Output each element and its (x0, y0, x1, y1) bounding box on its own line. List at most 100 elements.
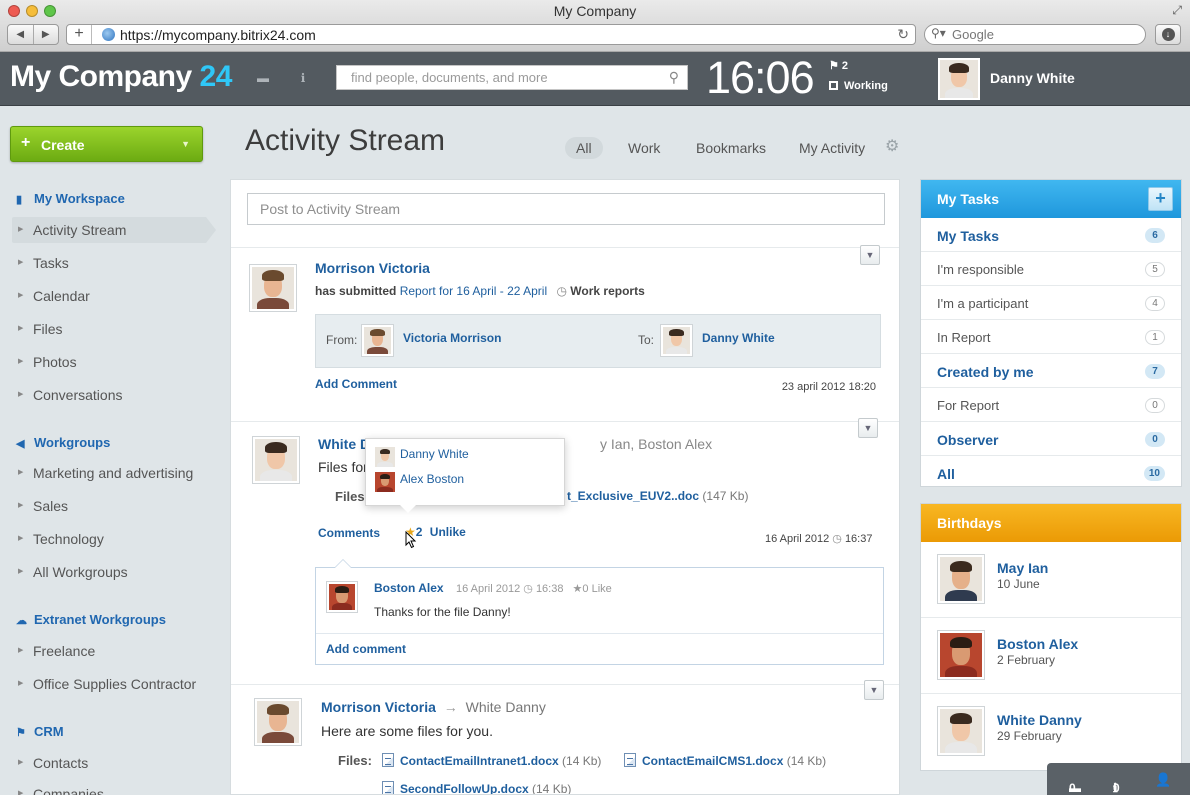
nav-item-sales[interactable]: ▶ Sales (12, 493, 206, 519)
from-name[interactable]: Victoria Morrison (403, 331, 501, 345)
downloads-button[interactable]: ↓ (1155, 24, 1181, 45)
author-avatar[interactable] (249, 264, 297, 312)
from-avatar[interactable] (361, 324, 394, 357)
to-name[interactable]: Danny White (702, 331, 775, 345)
task-filter-in-report[interactable]: In Report 1 (921, 320, 1181, 354)
file-link[interactable]: SecondFollowUp.docx (400, 782, 529, 794)
post-menu-button[interactable]: ▼ (858, 418, 878, 438)
gear-icon[interactable]: ⚙ (885, 139, 901, 155)
nav-item-photos[interactable]: ▶ Photos (12, 349, 206, 375)
category-label[interactable]: Work reports (570, 284, 644, 298)
nav-item-files[interactable]: ▶ Files (12, 316, 206, 342)
post-input-box[interactable] (247, 193, 885, 225)
nav-item-technology[interactable]: ▶ Technology (12, 526, 206, 552)
nav-item-activity-stream[interactable]: ▶ Activity Stream (12, 217, 216, 243)
post-author[interactable]: White D (318, 436, 370, 452)
company-logo[interactable]: My Company 24 (10, 60, 232, 94)
birthday-name[interactable]: White Danny (997, 712, 1082, 728)
file-link[interactable]: t_Exclusive_EUV2..doc (567, 489, 699, 503)
task-filter-observer[interactable]: Observer 0 (921, 422, 1181, 456)
birthday-avatar[interactable] (937, 554, 985, 604)
task-filter-responsible[interactable]: I'm responsible 5 (921, 252, 1181, 286)
nav-item-office-supplies[interactable]: ▶ Office Supplies Contractor (12, 671, 206, 697)
unlike-link[interactable]: Unlike (430, 525, 466, 539)
comments-link[interactable]: Comments (318, 526, 380, 540)
section-my-workspace[interactable]: ▮ My Workspace (16, 191, 125, 206)
fullscreen-icon[interactable]: ⤢ (1172, 3, 1182, 18)
add-task-button[interactable]: + (1148, 187, 1173, 211)
contacts-icon[interactable]: 👤 (1155, 772, 1171, 788)
tab-work[interactable]: Work (628, 137, 660, 159)
comment-like-link[interactable]: Like (592, 583, 612, 595)
post-author[interactable]: Morrison Victoria (315, 260, 430, 276)
user-name[interactable]: Danny White (990, 70, 1075, 86)
nav-item-tasks[interactable]: ▶ Tasks (12, 250, 206, 276)
work-status[interactable]: Working (829, 80, 888, 92)
add-comment-link[interactable]: Add Comment (315, 377, 397, 391)
comment-avatar[interactable] (326, 581, 358, 613)
birthday-name[interactable]: Boston Alex (997, 636, 1078, 652)
section-workgroups[interactable]: ◀ Workgroups (16, 435, 110, 450)
info-icon[interactable]: ℹ (295, 71, 311, 85)
tab-my-activity[interactable]: My Activity (799, 137, 865, 159)
reload-icon[interactable]: ↻ (897, 26, 909, 43)
birthday-name[interactable]: May Ian (997, 560, 1048, 576)
author-avatar[interactable] (252, 436, 300, 484)
section-extranet-workgroups[interactable]: ☁ Extranet Workgroups (16, 612, 166, 627)
flag-counter[interactable]: ⚑ 2 (829, 59, 848, 72)
task-filter-for-report[interactable]: For Report 0 (921, 388, 1181, 422)
user-avatar[interactable] (938, 58, 980, 100)
nav-label: Office Supplies Contractor (33, 676, 197, 692)
tab-all[interactable]: All (565, 137, 603, 159)
report-link[interactable]: Report for 16 April - 22 April (400, 284, 547, 298)
birthday-avatar[interactable] (937, 706, 985, 756)
author-avatar[interactable] (254, 698, 302, 746)
avatar (255, 439, 297, 481)
nav-item-all-workgroups[interactable]: ▶ All Workgroups (12, 559, 206, 585)
new-tab-button[interactable]: + (67, 25, 92, 44)
liker-avatar[interactable] (375, 472, 395, 492)
widget-title[interactable]: Birthdays (937, 515, 1002, 531)
section-crm[interactable]: ⚑ CRM (16, 724, 64, 739)
task-filter-all[interactable]: All 10 (921, 456, 1181, 490)
post-input[interactable] (248, 194, 884, 224)
comments-panel: Boston Alex 16 April 2012 ◷ 16:38 ★0 Lik… (315, 559, 884, 665)
triangle-icon: ▶ (18, 790, 24, 795)
address-bar[interactable]: + https://mycompany.bitrix24.com ↻ (66, 24, 916, 45)
forward-button[interactable]: ▶ (34, 25, 59, 44)
widget-title[interactable]: My Tasks (937, 191, 999, 207)
browser-search-field[interactable]: ⚲▾ Google (924, 24, 1146, 45)
messages-icon[interactable]: ▬ (255, 71, 271, 85)
nav-item-calendar[interactable]: ▶ Calendar (12, 283, 206, 309)
nav-item-marketing[interactable]: ▶ Marketing and advertising (12, 460, 206, 486)
nav-item-contacts[interactable]: ▶ Contacts (12, 750, 206, 776)
global-search-input[interactable] (337, 66, 657, 89)
post-recipients[interactable]: y Ian, Boston Alex (600, 436, 712, 452)
url-text[interactable]: https://mycompany.bitrix24.com (120, 27, 316, 43)
add-comment-link[interactable]: Add comment (326, 642, 406, 656)
to-avatar[interactable] (660, 324, 693, 357)
liker-avatar[interactable] (375, 447, 395, 467)
post-recipient[interactable]: White Danny (466, 699, 546, 715)
chevron-down-icon[interactable]: ▼ (181, 139, 190, 149)
post-author[interactable]: Morrison Victoria (321, 699, 436, 715)
back-button[interactable]: ◀ (8, 25, 34, 44)
post-menu-button[interactable]: ▼ (864, 680, 884, 700)
birthday-avatar[interactable] (937, 630, 985, 680)
task-filter-participant[interactable]: I'm a participant 4 (921, 286, 1181, 320)
task-filter-my-tasks[interactable]: My Tasks 6 (921, 218, 1181, 252)
nav-item-conversations[interactable]: ▶ Conversations (12, 382, 206, 408)
tab-bookmarks[interactable]: Bookmarks (696, 137, 766, 159)
nav-item-companies[interactable]: ▶ Companies (12, 781, 206, 795)
file-link[interactable]: ContactEmailCMS1.docx (642, 754, 783, 768)
liker-name[interactable]: Alex Boston (400, 472, 464, 486)
file-link[interactable]: ContactEmailIntranet1.docx (400, 754, 559, 768)
task-filter-created-by-me[interactable]: Created by me 7 (921, 354, 1181, 388)
post-menu-button[interactable]: ▼ (860, 245, 880, 265)
comment-author[interactable]: Boston Alex (374, 581, 444, 595)
global-search[interactable]: ⚲ (336, 65, 688, 90)
create-button[interactable]: + Create ▼ (10, 126, 203, 162)
search-icon[interactable]: ⚲ (669, 69, 679, 86)
liker-name[interactable]: Danny White (400, 447, 469, 461)
nav-item-freelance[interactable]: ▶ Freelance (12, 638, 206, 664)
